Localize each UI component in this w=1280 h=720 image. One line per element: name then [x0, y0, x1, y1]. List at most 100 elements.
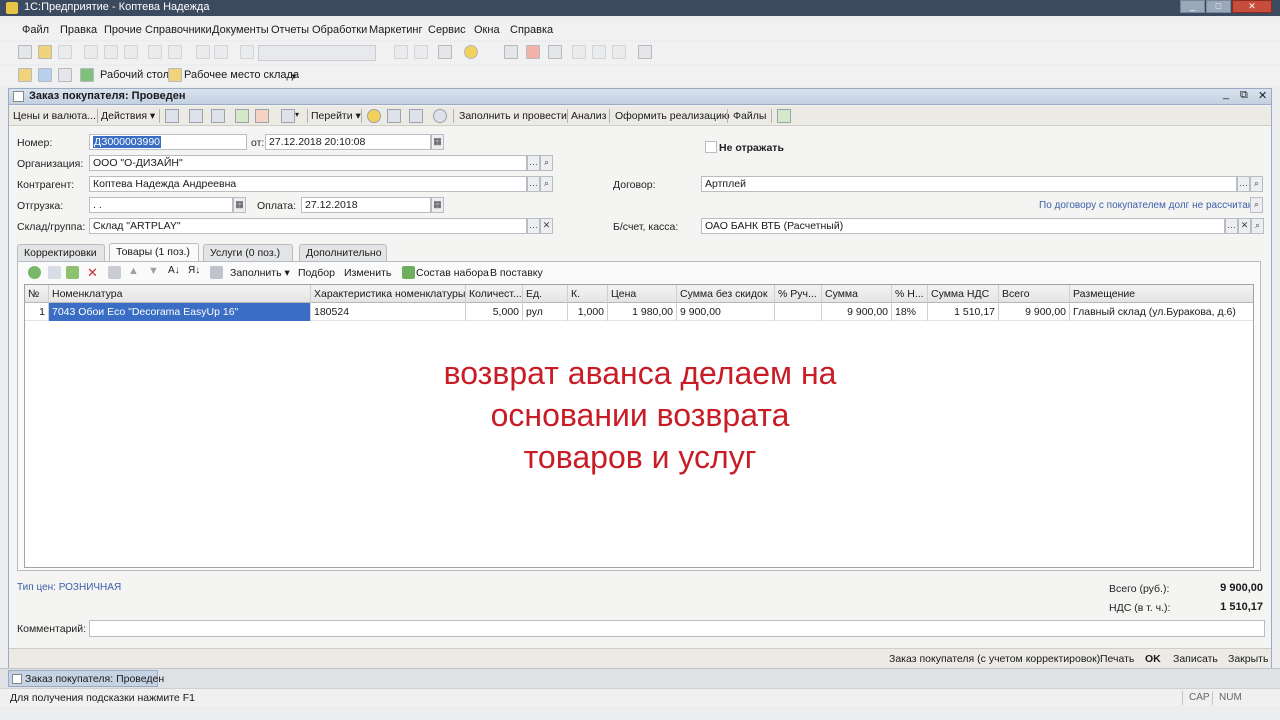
- taskbar-document-button[interactable]: Заказ покупателя: Проведен: [8, 670, 164, 687]
- search-prev-icon[interactable]: [414, 45, 428, 59]
- files-button[interactable]: Файлы: [733, 110, 766, 122]
- contragent-open-icon[interactable]: ⌕: [540, 176, 553, 192]
- add-row-icon[interactable]: [28, 266, 41, 279]
- table-row[interactable]: 1 7043 Обои Eco "Decorama EasyUp 16" 180…: [25, 303, 1253, 321]
- notes-icon[interactable]: [548, 45, 562, 59]
- payment-calendar-icon[interactable]: ▦: [431, 197, 444, 213]
- undo-icon[interactable]: [196, 45, 210, 59]
- account-open-icon[interactable]: ⌕: [1251, 218, 1264, 234]
- close-window-button[interactable]: ✕: [1232, 0, 1272, 13]
- contragent-select-button[interactable]: …: [527, 176, 540, 192]
- menu-documents[interactable]: Документы: [212, 24, 269, 36]
- menu-marketing[interactable]: Маркетинг: [369, 24, 422, 36]
- row-sum-no-discount[interactable]: 9 900,00: [677, 303, 775, 321]
- based-on-icon[interactable]: [281, 109, 295, 123]
- account-field[interactable]: ОАО БАНК ВТБ (Расчетный): [701, 218, 1225, 234]
- menu-edit[interactable]: Правка: [60, 24, 97, 36]
- warehouse-icon[interactable]: [168, 68, 182, 82]
- warehouse-field[interactable]: Склад "ARTPLAY": [89, 218, 527, 234]
- prices-currency-button[interactable]: Цены и валюта...: [13, 110, 96, 122]
- col-nomenclature[interactable]: Номенклатура: [49, 285, 311, 303]
- export-icon[interactable]: [777, 109, 791, 123]
- payment-date-field[interactable]: 27.12.2018: [301, 197, 431, 213]
- no-reflect-checkbox[interactable]: [705, 141, 717, 153]
- table-icon[interactable]: [58, 68, 72, 82]
- tab-goods[interactable]: Товары (1 поз.): [109, 243, 199, 261]
- row-quantity[interactable]: 5,000: [466, 303, 523, 321]
- analysis-button[interactable]: Анализ: [571, 110, 606, 122]
- contract-select-button[interactable]: …: [1237, 176, 1250, 192]
- based-on-dropdown-icon[interactable]: ▾: [295, 110, 299, 119]
- home-icon[interactable]: [18, 68, 32, 82]
- menu-file[interactable]: Файл: [22, 24, 49, 36]
- contragent-field[interactable]: Коптева Надежда Андреевна: [89, 176, 527, 192]
- sort-desc-icon[interactable]: Я↓: [188, 265, 200, 276]
- desktop-link[interactable]: Рабочий стол: [100, 69, 169, 81]
- save-button[interactable]: Записать: [1173, 653, 1218, 665]
- col-sum[interactable]: Сумма: [822, 285, 892, 303]
- fill-button[interactable]: Заполнить ▾: [230, 267, 290, 279]
- row-manual-discount[interactable]: [775, 303, 822, 321]
- calculator-icon[interactable]: [504, 45, 518, 59]
- copy-row-icon[interactable]: [48, 266, 61, 279]
- organization-open-icon[interactable]: ⌕: [540, 155, 553, 171]
- unpost-icon[interactable]: [255, 109, 269, 123]
- cut-icon[interactable]: [84, 45, 98, 59]
- desktop-icon[interactable]: [80, 68, 94, 82]
- movements-icon[interactable]: [409, 109, 423, 123]
- col-sum-no-discount[interactable]: Сумма без скидок: [677, 285, 775, 303]
- pick-button[interactable]: Подбор: [298, 267, 335, 279]
- calendar-button-icon[interactable]: ▦: [431, 134, 444, 150]
- comment-field[interactable]: [89, 620, 1265, 637]
- window-list-icon[interactable]: [438, 45, 452, 59]
- print-button[interactable]: Печать: [1100, 653, 1134, 665]
- col-manual-discount[interactable]: % Руч...: [775, 285, 822, 303]
- func-icon[interactable]: [38, 68, 52, 82]
- structure-icon[interactable]: [387, 109, 401, 123]
- warehouse-workplace-link[interactable]: Рабочее место склада: [184, 69, 299, 81]
- paste-icon[interactable]: [124, 45, 138, 59]
- memory-plus-icon[interactable]: [592, 45, 606, 59]
- search-next-icon[interactable]: [394, 45, 408, 59]
- row-vat-rate[interactable]: 18%: [892, 303, 928, 321]
- quick-search-input[interactable]: [258, 45, 376, 61]
- tab-additional[interactable]: Дополнительно: [299, 244, 387, 261]
- delete-row-icon[interactable]: ✕: [87, 265, 98, 281]
- change-button[interactable]: Изменить: [344, 267, 391, 279]
- shipment-date-field[interactable]: . .: [89, 197, 233, 213]
- new-icon[interactable]: [18, 45, 32, 59]
- menu-processing[interactable]: Обработки: [312, 24, 367, 36]
- edit-row-icon[interactable]: [66, 266, 79, 279]
- redo-icon[interactable]: [214, 45, 228, 59]
- col-quantity[interactable]: Количест...: [466, 285, 523, 303]
- row-placement[interactable]: Главный склад (ул.Буракова, д.6): [1070, 303, 1254, 321]
- col-characteristic[interactable]: Характеристика номенклатуры: [311, 285, 466, 303]
- contract-open-icon[interactable]: ⌕: [1250, 176, 1263, 192]
- menu-windows[interactable]: Окна: [474, 24, 500, 36]
- number-field[interactable]: ДЗ000003990: [89, 134, 247, 150]
- open-folder-icon[interactable]: [38, 45, 52, 59]
- price-type-link[interactable]: Тип цен: РОЗНИЧНАЯ: [17, 582, 121, 593]
- minimize-button[interactable]: _: [1180, 0, 1205, 13]
- row-price[interactable]: 1 980,00: [608, 303, 677, 321]
- fill-icon[interactable]: [210, 266, 223, 279]
- post-icon[interactable]: [165, 109, 179, 123]
- account-clear-icon[interactable]: ✕: [1238, 218, 1251, 234]
- memory-m-icon[interactable]: [572, 45, 586, 59]
- col-coefficient[interactable]: К.: [568, 285, 608, 303]
- menu-other[interactable]: Прочие: [104, 24, 142, 36]
- ok-button[interactable]: OK: [1145, 653, 1161, 665]
- preview-icon[interactable]: [168, 45, 182, 59]
- sort-asc-icon[interactable]: A↓: [168, 265, 180, 276]
- date-field[interactable]: 27.12.2018 20:10:08: [265, 134, 431, 150]
- row-sum[interactable]: 9 900,00: [822, 303, 892, 321]
- calendar-icon[interactable]: [526, 45, 540, 59]
- memory-minus-icon[interactable]: [612, 45, 626, 59]
- end-edit-icon[interactable]: [108, 266, 121, 279]
- goto-menu-button[interactable]: Перейти ▾: [311, 110, 361, 122]
- refresh-icon[interactable]: [211, 109, 225, 123]
- fill-and-post-button[interactable]: Заполнить и провести: [459, 110, 567, 122]
- save-icon[interactable]: [58, 45, 72, 59]
- order-with-corrections-button[interactable]: Заказ покупателя (с учетом корректировок…: [889, 653, 1100, 665]
- menu-service[interactable]: Сервис: [428, 24, 466, 36]
